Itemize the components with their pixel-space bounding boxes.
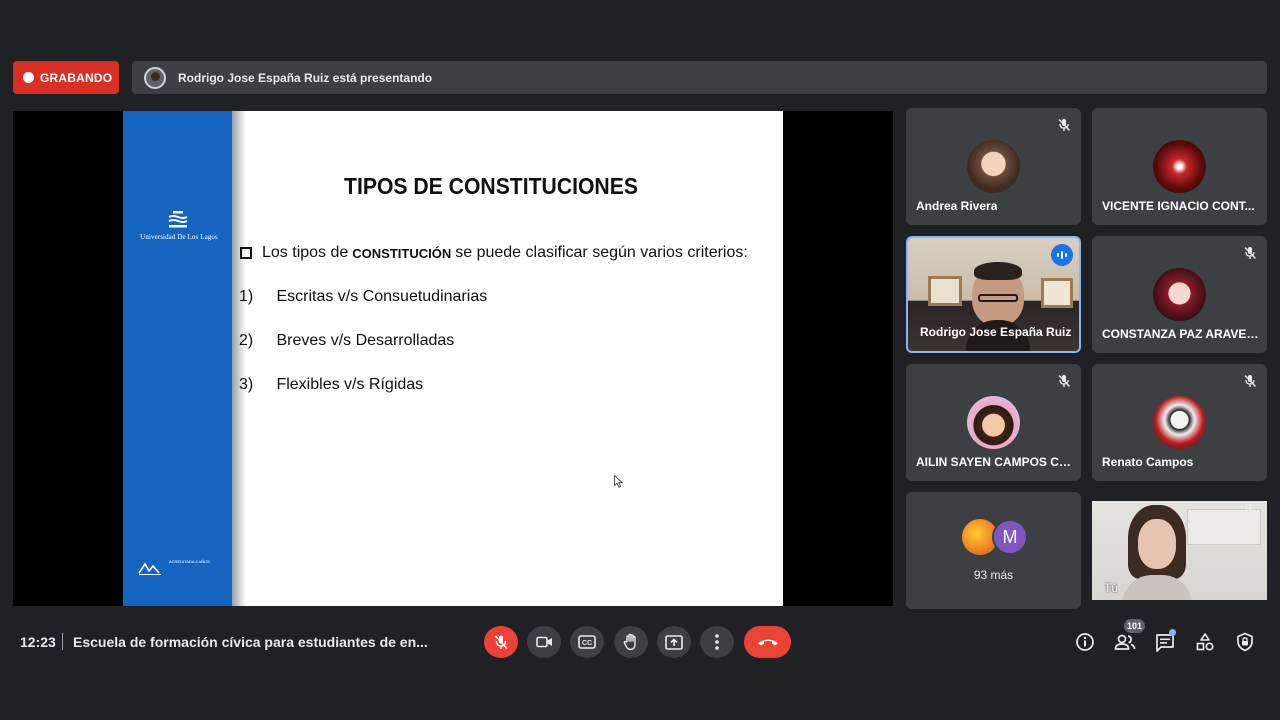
participant-name: Renato Campos bbox=[1102, 455, 1194, 469]
participant-name: VICENTE IGNACIO CONT... bbox=[1102, 199, 1255, 213]
more-participants-tile[interactable]: M 93 más bbox=[906, 492, 1081, 609]
intro-text-strong: CONSTITUCIÓN bbox=[352, 245, 452, 261]
speaking-indicator-icon bbox=[1051, 244, 1073, 266]
more-options-button[interactable] bbox=[700, 626, 734, 658]
presenting-text: Rodrigo Jose España Ruiz está presentand… bbox=[178, 70, 433, 85]
camera-icon bbox=[535, 636, 552, 648]
mic-off-icon bbox=[1244, 247, 1257, 259]
avatar bbox=[1153, 396, 1206, 449]
people-icon bbox=[1114, 634, 1136, 650]
recording-badge[interactable]: GRABANDO bbox=[13, 61, 119, 94]
slide-band-shadow bbox=[232, 111, 246, 606]
raise-hand-icon bbox=[623, 633, 636, 651]
chat-notification-dot bbox=[1169, 629, 1176, 636]
presenting-banner: Rodrigo Jose España Ruiz está presentand… bbox=[132, 61, 1267, 94]
university-logo-icon bbox=[168, 211, 188, 228]
university-name: Universidad De Los Lagos bbox=[140, 233, 218, 241]
present-screen-button[interactable] bbox=[657, 626, 691, 658]
participant-count-badge: 101 bbox=[1124, 619, 1145, 633]
more-participants-count: 93 más bbox=[973, 568, 1014, 582]
list-item-text: Flexibles v/s Rígidas bbox=[276, 376, 424, 393]
present-screen-icon bbox=[665, 634, 683, 650]
list-item-text: Escritas v/s Consuetudinarias bbox=[276, 288, 488, 305]
raise-hand-button[interactable] bbox=[614, 626, 648, 658]
captions-button[interactable]: CC bbox=[570, 626, 604, 658]
list-item-text: Breves v/s Desarrolladas bbox=[276, 332, 455, 349]
recording-label: GRABANDO bbox=[40, 70, 113, 85]
accreditation-text: ACREDITADA 4 AÑOS bbox=[169, 559, 210, 564]
slide-side-band: Universidad De Los Lagos ACREDITADA 4 AÑ… bbox=[123, 111, 232, 606]
participant-tile[interactable]: CONSTANZA PAZ ARAVEN... bbox=[1092, 236, 1267, 353]
list-item-number: 2) bbox=[239, 332, 254, 349]
slide-title: TIPOS DE CONSTITUCIONES bbox=[344, 173, 638, 199]
leave-call-button[interactable] bbox=[744, 626, 791, 658]
participant-tile[interactable]: Renato Campos bbox=[1092, 364, 1267, 481]
participant-tile[interactable]: VICENTE IGNACIO CONT... bbox=[1092, 108, 1267, 225]
more-participants-avatars: M bbox=[962, 519, 1032, 555]
participant-name: Andrea Rivera bbox=[916, 199, 998, 213]
closed-captions-icon: CC bbox=[578, 635, 596, 649]
slide-list-item: 3) Flexibles v/s Rígidas bbox=[239, 376, 423, 394]
svg-text:CC: CC bbox=[582, 640, 592, 647]
camera-toggle-button[interactable] bbox=[527, 626, 561, 658]
avatar: M bbox=[992, 519, 1028, 555]
avatar bbox=[967, 396, 1020, 449]
shield-lock-icon bbox=[1237, 632, 1253, 652]
mic-off-icon bbox=[1244, 375, 1257, 387]
recording-dot-icon bbox=[23, 72, 34, 83]
list-item-number: 3) bbox=[239, 376, 254, 393]
mic-off-icon bbox=[1244, 503, 1257, 515]
avatar bbox=[967, 140, 1020, 193]
avatar bbox=[1153, 140, 1206, 193]
slide-intro: Los tipos de CONSTITUCIÓN se puede clasi… bbox=[240, 244, 748, 262]
info-icon bbox=[1076, 633, 1094, 651]
slide-list-item: 1) Escritas v/s Consuetudinarias bbox=[239, 288, 487, 306]
self-video bbox=[1092, 501, 1267, 600]
presenter-avatar bbox=[144, 66, 166, 89]
meeting-clock: 12:23 bbox=[20, 634, 56, 650]
participant-tile[interactable]: AILIN SAYEN CAMPOS CA... bbox=[906, 364, 1081, 481]
bottom-bar-divider bbox=[62, 633, 63, 650]
activities-shapes-icon bbox=[1196, 633, 1214, 651]
meeting-details-button[interactable] bbox=[1073, 630, 1097, 654]
participant-tile[interactable]: Andrea Rivera bbox=[906, 108, 1081, 225]
activities-button[interactable] bbox=[1193, 630, 1217, 654]
mouse-cursor-icon bbox=[614, 475, 623, 488]
slide-list-item: 2) Breves v/s Desarrolladas bbox=[239, 332, 454, 350]
self-view-tile[interactable]: Tú bbox=[1092, 492, 1267, 609]
more-vertical-icon bbox=[715, 634, 719, 650]
presentation-stage: Universidad De Los Lagos ACREDITADA 4 AÑ… bbox=[13, 111, 893, 606]
participant-name: CONSTANZA PAZ ARAVEN... bbox=[1102, 327, 1260, 341]
checkbox-bullet-icon bbox=[240, 247, 252, 259]
participant-name: Rodrigo Jose España Ruiz bbox=[920, 325, 1072, 339]
presentation-slide: Universidad De Los Lagos ACREDITADA 4 AÑ… bbox=[123, 111, 783, 606]
mic-off-icon bbox=[1058, 119, 1071, 131]
list-item-number: 1) bbox=[239, 288, 254, 305]
participant-name: Tú bbox=[1104, 581, 1119, 595]
microphone-toggle-button[interactable] bbox=[484, 626, 518, 658]
mic-off-icon bbox=[1058, 375, 1071, 387]
participant-name: AILIN SAYEN CAMPOS CA... bbox=[916, 455, 1074, 469]
intro-text-before: Los tipos de bbox=[262, 244, 349, 261]
intro-text-after: se puede clasificar según varios criteri… bbox=[455, 244, 748, 261]
host-controls-button[interactable] bbox=[1233, 630, 1257, 654]
people-button[interactable] bbox=[1113, 630, 1137, 654]
mic-off-icon bbox=[494, 635, 508, 650]
cna-chile-logo-icon bbox=[138, 562, 161, 575]
participant-tile-active-speaker[interactable]: Rodrigo Jose España Ruiz bbox=[906, 236, 1081, 353]
hang-up-icon bbox=[757, 639, 778, 646]
avatar bbox=[1153, 268, 1206, 321]
meeting-title: Escuela de formación cívica para estudia… bbox=[73, 634, 428, 650]
